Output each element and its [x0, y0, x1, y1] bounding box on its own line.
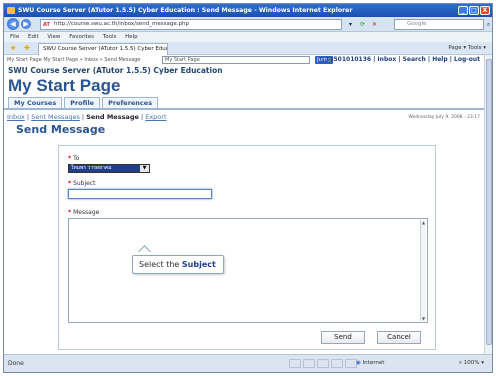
- tab-my-courses[interactable]: My Courses: [8, 97, 63, 108]
- browser-window: SWU Course Server (ATutor 1.5.5) Cyber E…: [3, 3, 493, 373]
- chevron-down-icon: ▼: [140, 165, 149, 172]
- main-tabs: My Courses Profile Preferences: [8, 97, 159, 108]
- search-input[interactable]: Google: [394, 19, 484, 30]
- menu-help[interactable]: Help: [125, 34, 138, 40]
- menu-file[interactable]: File: [10, 34, 19, 40]
- favorites-star-icon[interactable]: ★: [10, 44, 16, 52]
- subnav-inbox[interactable]: Inbox: [7, 113, 25, 121]
- to-select[interactable]: ใหมพร วารดยาคม ▼: [68, 164, 150, 173]
- site-icon: AT: [43, 22, 50, 28]
- subnav-send-message: Send Message: [86, 113, 139, 121]
- add-favorite-icon[interactable]: ✚: [24, 44, 30, 52]
- tab-profile[interactable]: Profile: [64, 97, 101, 108]
- address-bar: ◀ ▶ AT http://course.swu.ac.th/inbox/sen…: [4, 17, 492, 32]
- back-icon[interactable]: ◀: [7, 18, 19, 30]
- menu-edit[interactable]: Edit: [28, 34, 39, 40]
- url-text: http://course.swu.ac.th/inbox/send_messa…: [54, 21, 189, 27]
- title-bar: SWU Course Server (ATutor 1.5.5) Cyber E…: [4, 4, 492, 17]
- browser-tab[interactable]: SWU Course Server (ATutor 1.5.5) Cyber E…: [38, 43, 168, 55]
- instruction-callout: Select the Subject: [132, 255, 224, 274]
- send-button[interactable]: Send: [321, 331, 365, 344]
- menu-tools[interactable]: Tools: [103, 34, 117, 40]
- message-label: * Message: [68, 209, 100, 216]
- scroll-down-icon[interactable]: ▼: [421, 316, 426, 321]
- date-display: Wednesday July 9, 2008 - 23:17: [408, 115, 480, 120]
- forward-icon[interactable]: ▶: [21, 19, 31, 29]
- magnifier-icon: ⌕: [458, 360, 462, 366]
- course-title: SWU Course Server (ATutor 1.5.5) Cyber E…: [8, 66, 223, 75]
- page-content: My Start Page My Start Page » Inbox » Se…: [4, 55, 484, 354]
- close-button[interactable]: X: [480, 6, 490, 15]
- tab-bar: ★ ✚ SWU Course Server (ATutor 1.5.5) Cyb…: [4, 42, 492, 55]
- send-message-form: * To ใหมพร วารดยาคม ▼ * Subject * Messag…: [58, 145, 436, 350]
- status-bar: Done ◉ Internet ⌕ 100% ▾: [4, 354, 492, 372]
- refresh-icon[interactable]: ⟳: [358, 20, 367, 29]
- search-icon[interactable]: ⌕: [484, 20, 493, 29]
- message-scrollbar[interactable]: ▲ ▼: [420, 220, 426, 321]
- globe-icon: ◉: [356, 360, 361, 366]
- subnav-export[interactable]: Export: [145, 113, 166, 121]
- breadcrumb: My Start Page My Start Page » Inbox » Se…: [7, 57, 141, 63]
- stop-icon[interactable]: ✕: [370, 20, 379, 29]
- subnav-sent-messages[interactable]: Sent Messages: [31, 113, 80, 121]
- scroll-up-icon[interactable]: ▲: [421, 220, 426, 225]
- menu-view[interactable]: View: [47, 34, 60, 40]
- scroll-thumb[interactable]: [486, 59, 492, 345]
- page-scrollbar[interactable]: [484, 55, 492, 354]
- browser-logo-icon: [7, 7, 15, 14]
- page-title: My Start Page: [8, 76, 121, 95]
- user-links[interactable]: ✩ sc501010136 | Inbox | Search | Help | …: [319, 55, 480, 65]
- cancel-button[interactable]: Cancel: [377, 331, 421, 344]
- status-text: Done: [8, 360, 24, 367]
- url-input[interactable]: AT http://course.swu.ac.th/inbox/send_me…: [40, 19, 342, 30]
- status-cells: [289, 359, 357, 368]
- search-placeholder: Google: [407, 21, 427, 27]
- subject-input[interactable]: [68, 189, 212, 199]
- jump-bar: My Start Page My Start Page » Inbox » Se…: [4, 55, 484, 65]
- dropdown-icon[interactable]: ▾: [346, 20, 355, 29]
- section-heading: Send Message: [16, 123, 106, 136]
- security-zone: ◉ Internet: [356, 360, 385, 366]
- minimize-button[interactable]: _: [458, 6, 468, 15]
- zoom-level[interactable]: ⌕ 100% ▾: [459, 359, 484, 368]
- to-label: * To: [68, 155, 80, 162]
- window-title: SWU Course Server (ATutor 1.5.5) Cyber E…: [18, 7, 353, 14]
- message-textarea[interactable]: ▲ ▼: [68, 218, 428, 323]
- subject-label: * Subject: [68, 180, 96, 187]
- tab-preferences[interactable]: Preferences: [102, 97, 159, 108]
- maximize-button[interactable]: □: [469, 6, 479, 15]
- menu-bar: File Edit View Favorites Tools Help: [4, 32, 492, 42]
- sub-navigation: Inbox | Sent Messages | Send Message | E…: [7, 113, 167, 121]
- jump-select[interactable]: My Start Page: [162, 56, 310, 64]
- menu-favorites[interactable]: Favorites: [69, 34, 94, 40]
- tab-divider: [4, 108, 484, 110]
- command-bar[interactable]: Page ▾ Tools ▾: [448, 44, 486, 53]
